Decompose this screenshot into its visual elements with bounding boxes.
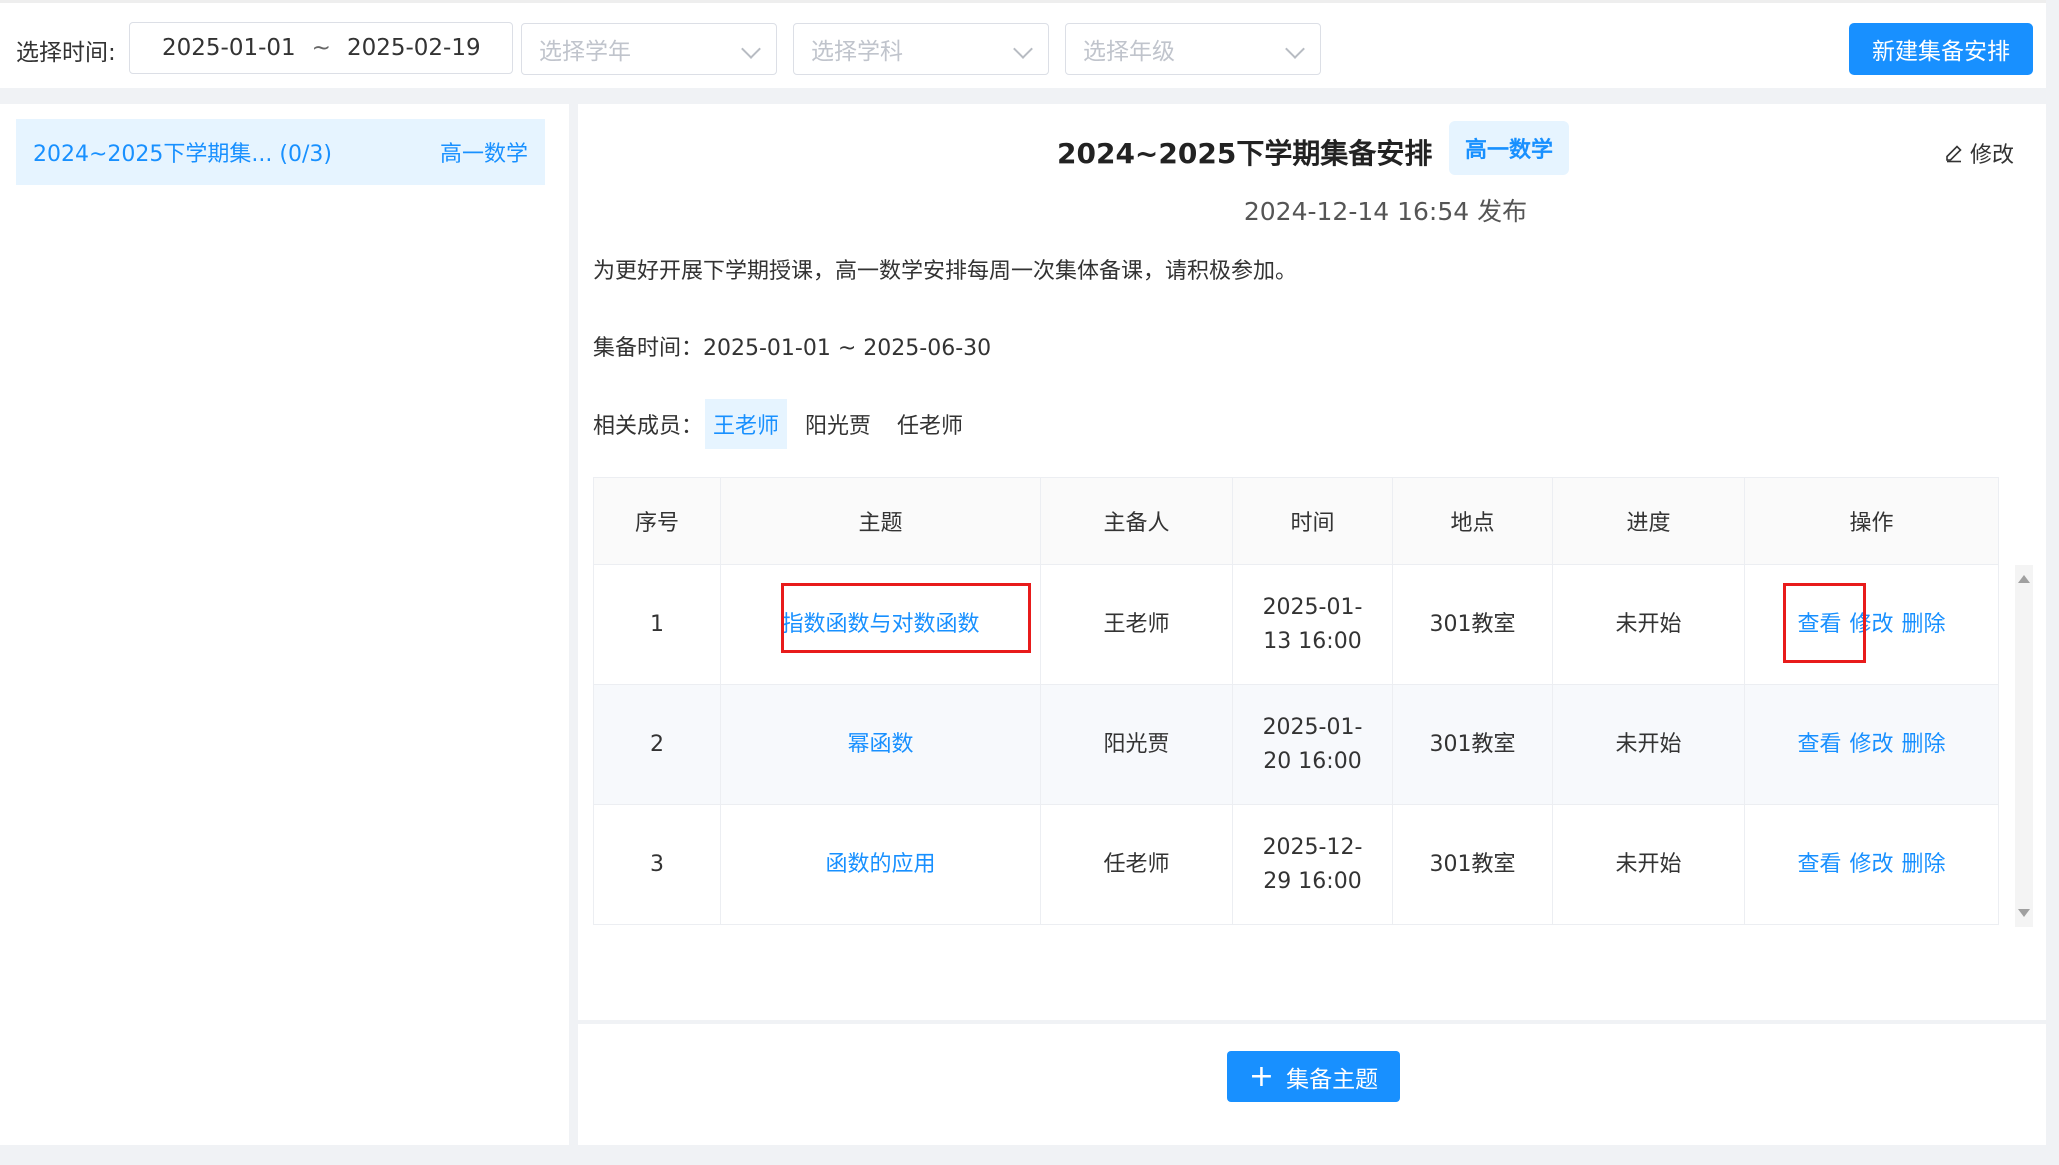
chevron-down-icon [741,39,761,59]
table-header: 序号 主题 主备人 时间 地点 进度 操作 [593,477,1999,565]
topic-table: 序号 主题 主备人 时间 地点 进度 操作 1 指数函数与对数函数 王老师 20… [593,477,2033,927]
new-arrangement-button[interactable]: 新建集备安排 [1849,23,2033,75]
chevron-down-icon [1013,39,1033,59]
view-button[interactable]: 查看 [1797,852,1841,877]
subject-tag: 高一数学 [1449,121,1569,175]
date-end[interactable]: 2025-02-19 [347,35,481,61]
description: 为更好开展下学期授课，高一数学安排每周一次集体备课，请积极参加。 [593,259,1298,284]
col-header-place: 地点 [1392,477,1553,565]
prep-time: 集备时间：2025-01-01 ~ 2025-06-30 [593,336,992,361]
row-time-line2: 20 16:00 [1263,748,1362,774]
view-button[interactable]: 查看 [1797,732,1841,757]
arrangement-list: 2024~2025下学期集... (0/3) 高一数学 [0,104,569,1145]
row-status: 未开始 [1552,804,1745,925]
year-select[interactable]: 选择学年 [521,23,777,75]
filter-bar: 选择时间: 2025-01-01 ~ 2025-02-19 选择学年 选择学科 … [0,0,2046,88]
topic-link[interactable]: 函数的应用 [825,852,935,877]
list-item[interactable]: 2024~2025下学期集... (0/3) 高一数学 [16,119,545,185]
table-row: 2 幂函数 阳光贾 2025-01- 20 16:00 301教室 未开始 查看修… [593,684,1999,805]
highlight-box-view [1783,583,1866,663]
year-select-placeholder: 选择学年 [539,39,631,65]
member-tag[interactable]: 任老师 [889,399,971,449]
date-start[interactable]: 2025-01-01 [162,35,296,61]
edit-button[interactable]: 修改 [1849,732,1893,757]
chevron-down-icon [1285,39,1305,59]
plus-icon: + [1248,1059,1275,1094]
row-time-line1: 2025-12- [1262,834,1363,860]
add-topic-label: 集备主题 [1286,1066,1379,1093]
topic-link[interactable]: 幂函数 [847,732,913,757]
row-owner: 阳光贾 [1040,684,1233,805]
grade-select[interactable]: 选择年级 [1065,23,1321,75]
arrangement-detail: 2024~2025下学期集备安排 高一数学 修改 2024-12-14 16:5… [578,104,2046,1020]
col-header-no: 序号 [593,477,721,565]
row-status: 未开始 [1552,564,1745,685]
col-header-topic: 主题 [720,477,1041,565]
date-separator: ~ [311,35,331,61]
table-row: 3 函数的应用 任老师 2025-12- 29 16:00 301教室 未开始 查… [593,804,1999,925]
row-time-line2: 29 16:00 [1263,868,1362,894]
col-header-time: 时间 [1232,477,1393,565]
col-header-owner: 主备人 [1040,477,1233,565]
member-tag[interactable]: 王老师 [705,399,788,449]
edit-arrangement-button[interactable]: 修改 [1944,137,2014,169]
row-time: 2025-12- 29 16:00 [1232,804,1393,925]
scroll-down-icon[interactable] [2018,909,2030,917]
delete-button[interactable]: 删除 [1902,612,1946,637]
publish-time: 2024-12-14 16:54 发布 [1243,197,1528,226]
page-title: 2024~2025下学期集备安排 [1057,137,1433,170]
delete-button[interactable]: 删除 [1902,732,1946,757]
row-place: 301教室 [1392,684,1553,805]
col-header-status: 进度 [1552,477,1745,565]
grade-select-placeholder: 选择年级 [1083,39,1175,65]
row-status: 未开始 [1552,684,1745,805]
row-owner: 王老师 [1040,564,1233,685]
row-actions: 查看 修改 删除 [1744,684,1999,805]
pencil-icon [1946,145,1962,163]
list-item-tag: 高一数学 [439,142,528,167]
table-scrollbar[interactable] [2015,565,2033,927]
edit-button[interactable]: 修改 [1849,852,1893,877]
list-item-label: 2024~2025下学期集... (0/3) [33,142,332,167]
row-no: 3 [593,804,721,925]
subject-select-placeholder: 选择学科 [811,39,903,65]
date-range-picker[interactable]: 2025-01-01 ~ 2025-02-19 [129,22,513,74]
row-time: 2025-01- 13 16:00 [1232,564,1393,685]
row-time-line1: 2025-01- [1262,714,1363,740]
row-time-line2: 13 16:00 [1263,628,1362,654]
row-owner: 任老师 [1040,804,1233,925]
row-no: 2 [593,684,721,805]
add-topic-button[interactable]: + 集备主题 [1227,1051,1400,1102]
member-tag[interactable]: 阳光贾 [797,399,879,449]
row-no: 1 [593,564,721,685]
row-place: 301教室 [1392,564,1553,685]
row-actions: 查看 修改 删除 [1744,804,1999,925]
row-time-line1: 2025-01- [1262,594,1363,620]
scroll-up-icon[interactable] [2018,575,2030,583]
edit-label: 修改 [1970,143,2015,168]
highlight-box-topic [781,583,1031,653]
col-header-actions: 操作 [1744,477,1999,565]
row-time: 2025-01- 20 16:00 [1232,684,1393,805]
subject-select[interactable]: 选择学科 [793,23,1049,75]
time-filter-label: 选择时间: [16,40,116,66]
members-label: 相关成员： [593,414,704,439]
delete-button[interactable]: 删除 [1902,852,1946,877]
members-row: 相关成员： 王老师 阳光贾 任老师 [593,399,971,449]
footer-bar: + 集备主题 [578,1024,2046,1145]
row-place: 301教室 [1392,804,1553,925]
